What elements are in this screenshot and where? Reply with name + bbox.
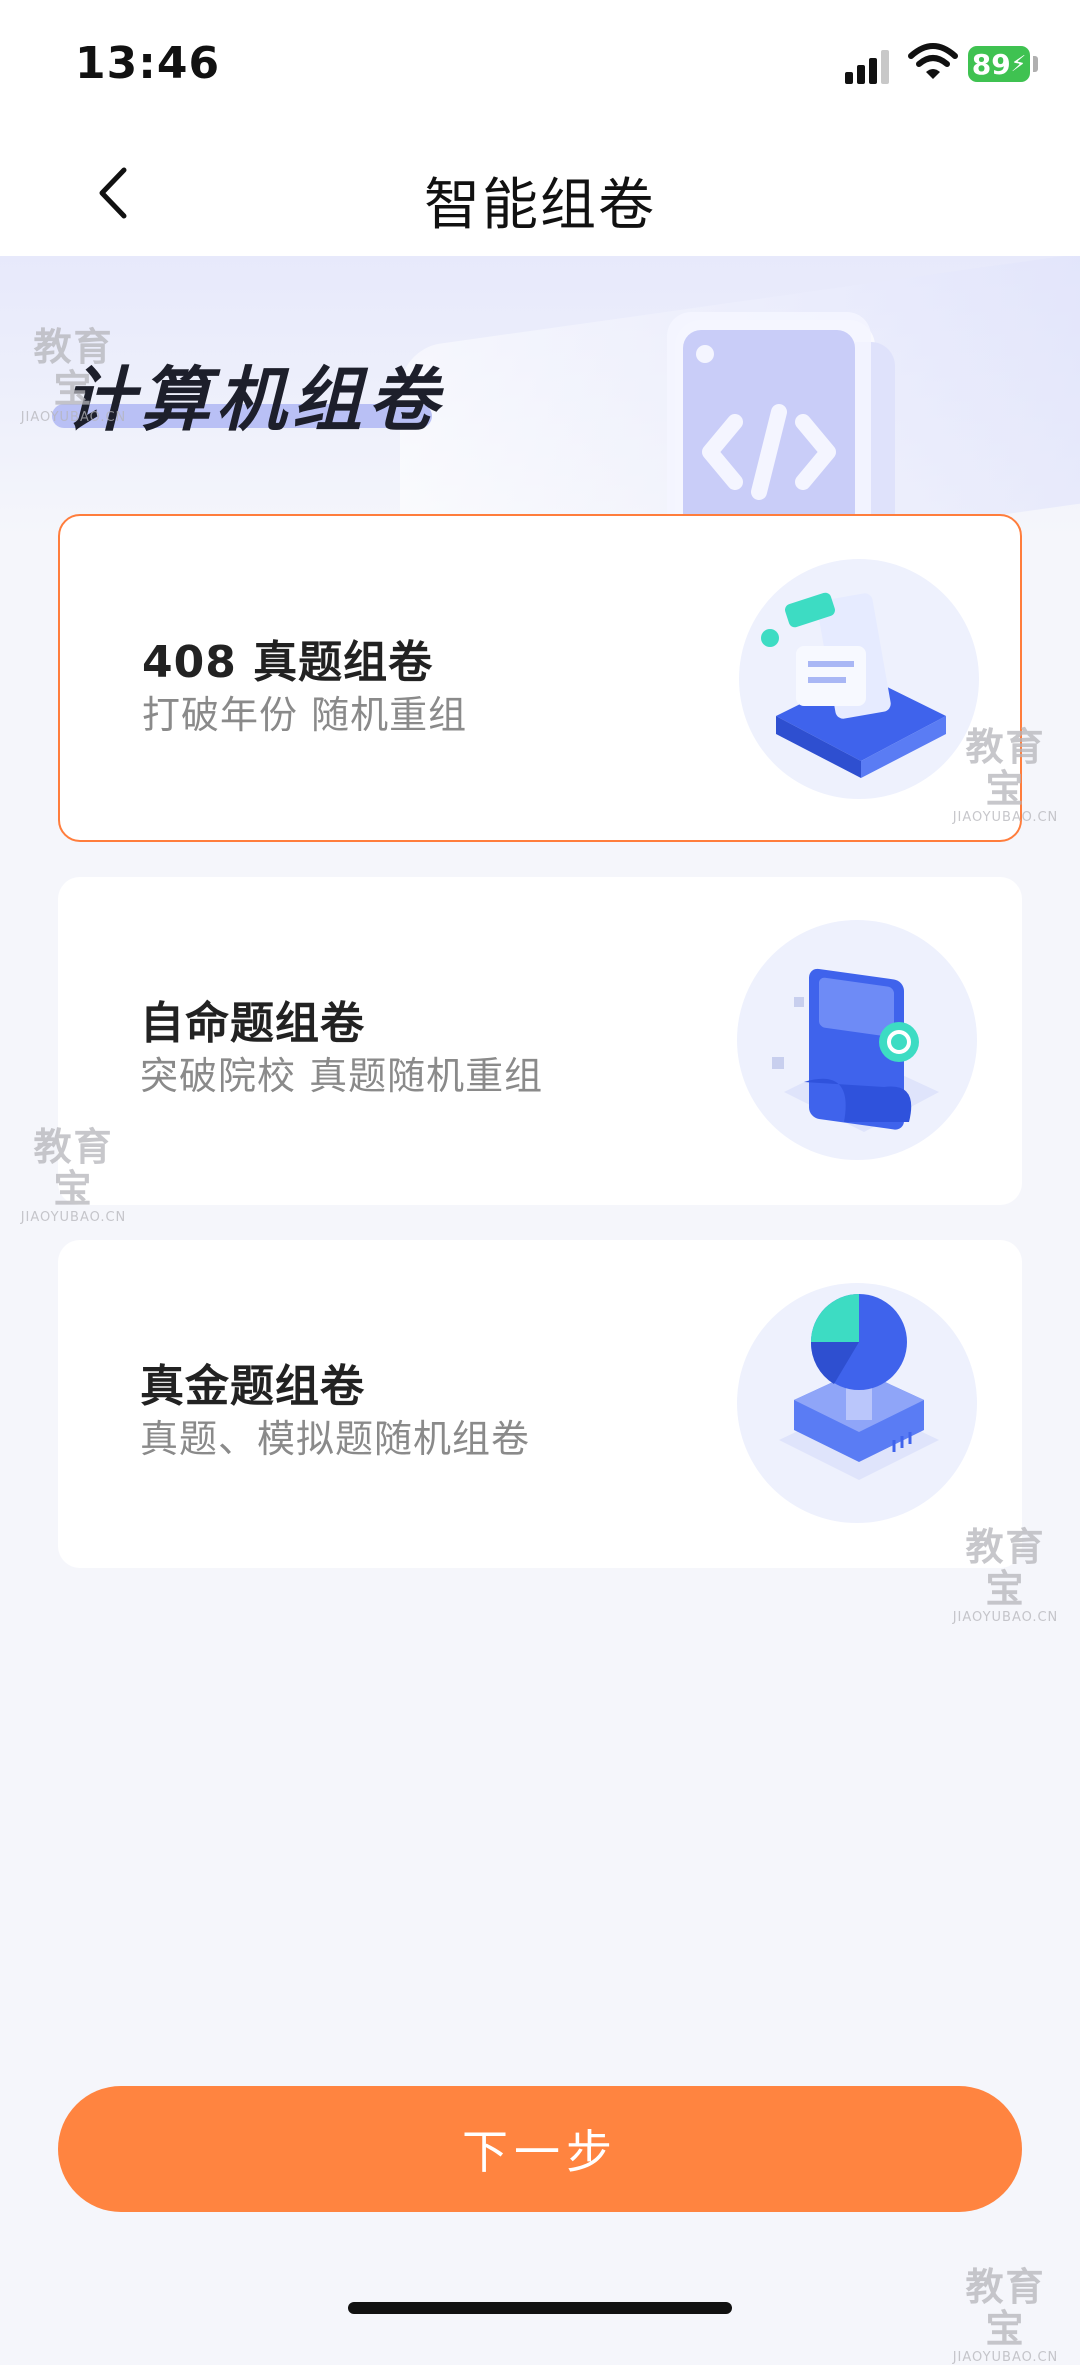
page-title: 智能组卷 bbox=[424, 173, 656, 238]
paper-option-card-gold[interactable]: 真金题组卷 真题、模拟题随机组卷 bbox=[58, 1240, 1022, 1568]
watermark-sub: JIAOYUBAO.CN bbox=[952, 1610, 1059, 1625]
home-indicator bbox=[348, 2302, 732, 2314]
card-subtitle: 突破院校 真题随机重组 bbox=[140, 1054, 544, 1098]
status-time: 13:46 bbox=[75, 38, 221, 89]
watermark-text: 教育宝 bbox=[965, 1525, 1046, 1611]
next-step-button[interactable]: 下一步 bbox=[58, 2086, 1022, 2212]
code-device-illustration-icon bbox=[667, 312, 895, 536]
watermark-text: 教育宝 bbox=[33, 1125, 114, 1211]
card-title: 408 真题组卷 bbox=[142, 637, 434, 688]
status-bar: 13:46 89 ⚡ bbox=[0, 0, 1080, 130]
document-stack-illustration-icon bbox=[739, 559, 979, 799]
watermark-sub: JIAOYUBAO.CN bbox=[20, 410, 127, 425]
battery-level: 89 bbox=[971, 47, 1011, 81]
battery-icon: 89 ⚡ bbox=[968, 46, 1030, 82]
hero-banner: 计算机组卷 bbox=[0, 256, 1080, 536]
watermark: 教育宝 JIAOYUBAO.CN bbox=[948, 726, 1063, 825]
watermark: 教育宝 JIAOYUBAO.CN bbox=[948, 2266, 1063, 2365]
watermark-sub: JIAOYUBAO.CN bbox=[20, 1210, 127, 1225]
paper-option-card-408[interactable]: 408 真题组卷 打破年份 随机重组 bbox=[58, 514, 1022, 842]
watermark-sub: JIAOYUBAO.CN bbox=[952, 810, 1059, 825]
nav-bar: 智能组卷 bbox=[0, 130, 1080, 256]
card-title: 自命题组卷 bbox=[140, 998, 365, 1049]
cellular-signal-icon bbox=[845, 48, 895, 84]
watermark: 教育宝 JIAOYUBAO.CN bbox=[16, 326, 131, 425]
watermark-text: 教育宝 bbox=[33, 325, 114, 411]
card-subtitle: 真题、模拟题随机组卷 bbox=[140, 1417, 531, 1461]
watermark: 教育宝 JIAOYUBAO.CN bbox=[948, 1526, 1063, 1625]
exam-paper-illustration-icon bbox=[737, 920, 977, 1160]
watermark-sub: JIAOYUBAO.CN bbox=[952, 2350, 1059, 2365]
card-title: 真金题组卷 bbox=[140, 1361, 365, 1412]
pie-chart-server-illustration-icon bbox=[737, 1283, 977, 1523]
card-subtitle: 打破年份 随机重组 bbox=[142, 693, 468, 737]
watermark: 教育宝 JIAOYUBAO.CN bbox=[16, 1126, 131, 1225]
watermark-text: 教育宝 bbox=[965, 2265, 1046, 2351]
watermark-text: 教育宝 bbox=[965, 725, 1046, 811]
wifi-icon bbox=[908, 43, 958, 79]
battery-tip bbox=[1033, 56, 1038, 72]
paper-option-card-custom[interactable]: 自命题组卷 突破院校 真题随机重组 bbox=[58, 877, 1022, 1205]
